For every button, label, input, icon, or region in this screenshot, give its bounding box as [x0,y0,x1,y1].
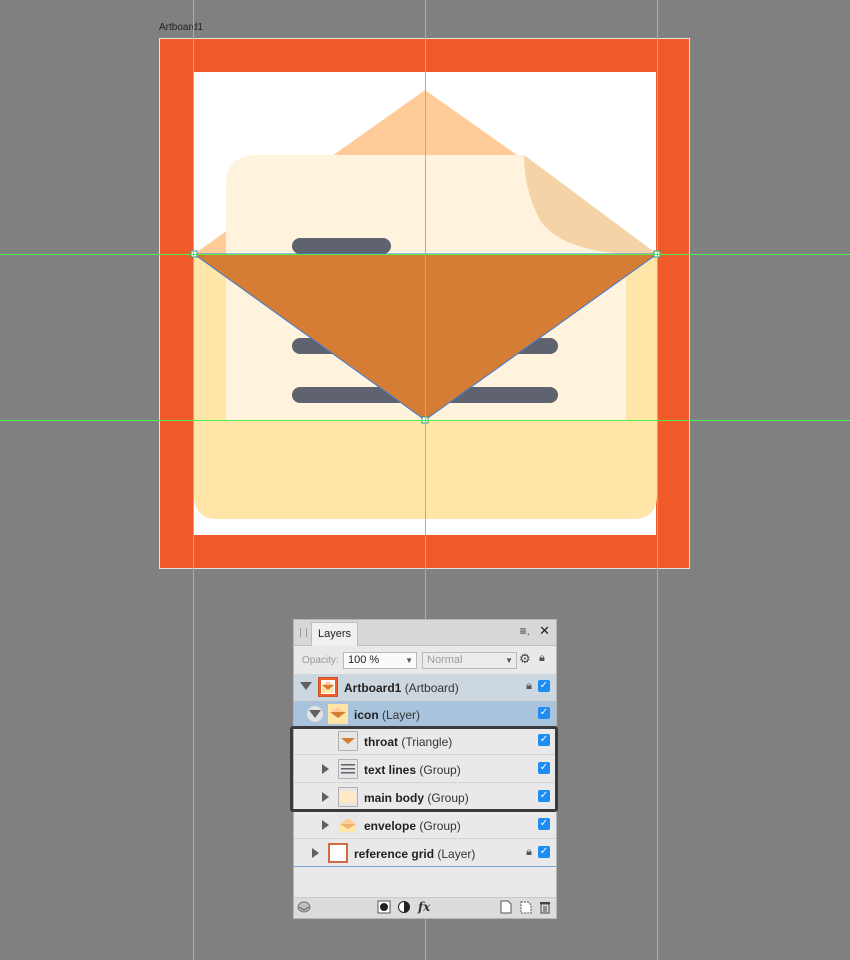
text-line-1[interactable] [292,238,391,254]
blend-mode-value: Normal [427,654,463,666]
blend-mode-dropdown[interactable]: Normal ▼ [422,652,517,669]
layers-footer: fx [294,897,556,918]
guide-vertical-left[interactable] [193,0,194,960]
expand-icon[interactable] [322,820,329,830]
layers-icon[interactable] [297,900,311,917]
layers-toolbar: Opacity: 100 % ▼ Normal ▼ ⚙ 🔒︎ [294,646,556,675]
close-icon[interactable]: ✕ [539,623,550,639]
icon-layer-thumbnail [328,704,348,724]
mask-icon[interactable] [377,900,391,917]
visibility-checkbox[interactable]: ✓ [538,818,550,830]
layer-name-artboard1: Artboard1 (Artboard) [344,681,459,695]
tab-layers[interactable]: Layers [311,622,359,646]
new-layer-icon[interactable] [500,900,512,917]
layer-name-icon: icon (Layer) [354,708,421,722]
lock-icon[interactable]: 🔒︎ [539,652,545,665]
adjustment-icon[interactable] [397,900,411,917]
grip-icon[interactable] [300,628,307,637]
visibility-checkbox[interactable]: ✓ [538,846,550,858]
new-pixel-layer-icon[interactable] [519,900,533,917]
layer-row-artboard1[interactable]: Artboard1 (Artboard) 🔒︎ ✓ [294,674,556,701]
selection-highlight-box [290,726,558,812]
artboard-thumbnail [318,677,338,697]
lock-icon[interactable]: 🔒︎ [526,680,532,693]
guide-horizontal-bottom[interactable] [0,420,850,421]
trash-icon[interactable] [539,900,551,917]
opacity-label: Opacity: [302,655,339,666]
guide-horizontal-top[interactable] [0,254,850,255]
guide-vertical-right[interactable] [657,0,658,960]
visibility-checkbox[interactable]: ✓ [538,707,550,719]
opacity-dropdown[interactable]: 100 % ▼ [343,652,417,669]
lock-icon[interactable]: 🔒︎ [526,846,532,859]
collapse-icon[interactable] [300,682,312,690]
layer-row-icon[interactable]: icon (Layer) ✓ [294,701,556,728]
layer-name-reference-grid: reference grid (Layer) [354,847,476,861]
panel-menu-icon[interactable]: ≡. [520,624,530,638]
layer-name-envelope: envelope (Group) [364,819,461,833]
visibility-checkbox[interactable]: ✓ [538,680,550,692]
fx-icon[interactable]: fx [418,900,430,914]
envelope-thumbnail [338,815,358,835]
reference-grid-thumbnail [328,843,348,863]
opacity-value: 100 % [348,654,380,666]
expand-icon[interactable] [312,848,319,858]
chevron-down-icon: ▼ [405,656,413,665]
layer-row-envelope[interactable]: envelope (Group) ✓ [294,812,556,839]
layer-row-reference-grid[interactable]: reference grid (Layer) 🔒︎ ✓ [294,840,556,867]
collapse-icon[interactable] [307,706,323,722]
layers-panel-header: Layers ≡. ✕ [294,620,556,646]
gear-icon[interactable]: ⚙ [519,651,531,667]
chevron-down-icon: ▼ [505,656,513,665]
